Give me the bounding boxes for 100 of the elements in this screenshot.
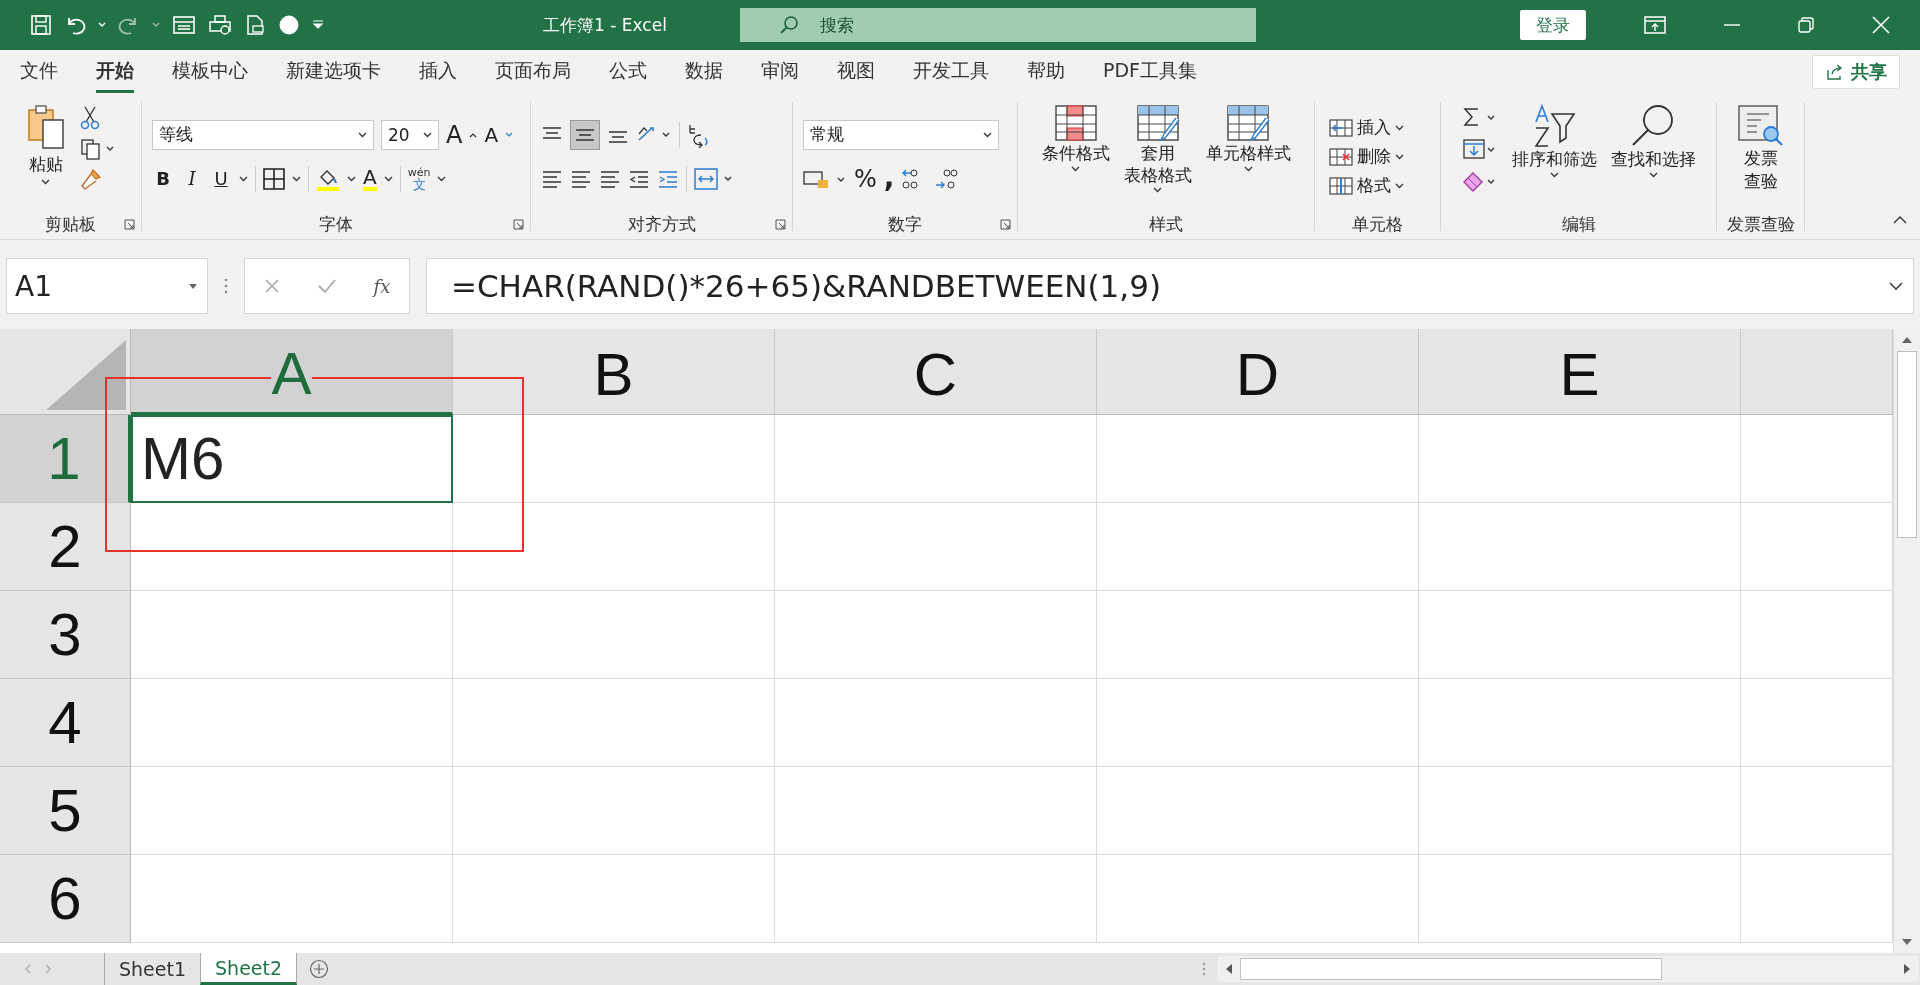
column-header[interactable]: B (453, 329, 775, 415)
menu-tab[interactable]: 开发工具 (894, 51, 1008, 93)
row-header[interactable]: 3 (0, 591, 131, 679)
borders-icon[interactable] (263, 167, 285, 190)
column-header[interactable]: D (1097, 329, 1419, 415)
shrink-font-button[interactable]: A (484, 122, 499, 147)
horizontal-scrollbar[interactable] (1218, 956, 1918, 982)
scroll-down-icon[interactable] (1902, 939, 1912, 945)
dialog-launcher-icon[interactable] (775, 219, 786, 230)
editing-button[interactable]: 排序和筛选 (1511, 104, 1597, 178)
align-icon[interactable] (599, 168, 621, 189)
collapse-ribbon-icon[interactable] (1892, 215, 1908, 225)
format-painter-icon[interactable] (79, 168, 102, 190)
row-header[interactable]: 5 (0, 767, 131, 855)
font-style-button[interactable]: U (210, 168, 232, 189)
menu-tab[interactable]: 插入 (400, 51, 476, 93)
editing-button[interactable]: 查找和选择 (1610, 104, 1696, 178)
grow-font-button[interactable]: A (446, 120, 463, 149)
row-header[interactable]: 6 (0, 855, 131, 943)
group-label: 对齐方式 (627, 212, 696, 236)
cells-button[interactable]: 格式 (1329, 174, 1404, 197)
document-icon[interactable] (244, 14, 266, 36)
name-box[interactable]: A1 (6, 258, 208, 314)
paste-button[interactable]: 粘贴 (25, 104, 66, 185)
align-icon[interactable] (541, 168, 563, 189)
cells-button[interactable]: 删除 (1329, 145, 1404, 168)
caret-icon[interactable] (347, 175, 356, 182)
menu-tab[interactable]: 模板中心 (153, 51, 267, 93)
caret-icon (1395, 182, 1404, 189)
column-header[interactable]: C (775, 329, 1097, 415)
menu-tab[interactable]: 审阅 (742, 51, 818, 93)
menu-tab[interactable]: 页面布局 (476, 51, 590, 93)
restore-icon[interactable] (1798, 17, 1814, 33)
align-icon[interactable] (570, 168, 592, 189)
menu-tab[interactable]: 开始 (96, 51, 134, 93)
share-button[interactable]: 共享 (1812, 55, 1900, 89)
scroll-left-icon[interactable] (1226, 964, 1232, 974)
style-button[interactable]: 条件格式 (1041, 104, 1110, 172)
copy-icon[interactable] (79, 138, 116, 160)
column-header[interactable]: A (131, 329, 453, 415)
dialog-launcher-icon[interactable] (124, 219, 135, 230)
scissors-icon[interactable] (79, 106, 100, 130)
increase-indent-icon[interactable] (657, 168, 679, 189)
check-icon[interactable] (316, 278, 337, 294)
style-button[interactable]: 单元格样式 (1205, 104, 1291, 172)
customize-caret-icon[interactable] (312, 20, 324, 30)
ribbon-display-icon[interactable] (1644, 16, 1666, 34)
menu-tab[interactable]: PDF工具集 (1084, 51, 1217, 93)
insert-function-button[interactable]: fx (373, 275, 391, 297)
printer-icon[interactable] (208, 14, 232, 36)
login-button[interactable]: 登录 (1520, 10, 1586, 40)
phonetic-button[interactable]: wén 文 (407, 166, 431, 191)
invoice-check-button[interactable]: 发票 查验 (1736, 104, 1785, 192)
scroll-thumb[interactable] (1897, 351, 1917, 538)
menu-tab[interactable]: 公式 (590, 51, 666, 93)
column-header[interactable]: E (1419, 329, 1741, 415)
caret-icon[interactable] (437, 175, 447, 182)
row-header[interactable]: 2 (0, 503, 131, 591)
font-style-button[interactable]: I (181, 168, 203, 189)
decrease-decimal-icon[interactable] (934, 166, 961, 191)
form-icon[interactable] (172, 14, 196, 36)
font-name-field[interactable]: 等线 (152, 119, 374, 150)
search-field[interactable]: 搜索 (740, 8, 1256, 42)
menu-tab[interactable]: 数据 (666, 51, 742, 93)
dialog-launcher-icon[interactable] (513, 219, 524, 230)
formula-field[interactable]: =CHAR(RAND()*26+65)&RANDBETWEEN(1,9) (426, 258, 1914, 314)
scroll-thumb[interactable] (1240, 958, 1662, 980)
menu-tab[interactable]: 文件 (20, 51, 77, 93)
dialog-launcher-icon[interactable] (1000, 219, 1011, 230)
menu-tab[interactable]: 帮助 (1008, 51, 1084, 93)
invoice-search-icon (1736, 104, 1785, 146)
caret-icon[interactable] (239, 175, 248, 182)
close-icon[interactable] (1872, 16, 1890, 34)
font-style-button[interactable]: B (152, 168, 174, 189)
caret-icon[interactable] (383, 175, 393, 182)
percent-button[interactable]: % (854, 164, 877, 193)
circle-icon[interactable] (278, 14, 300, 36)
menu-tab[interactable]: 视图 (818, 51, 894, 93)
cells-button[interactable]: 插入 (1329, 116, 1404, 139)
add-sheet-icon[interactable] (309, 959, 330, 979)
decrease-indent-icon[interactable] (628, 168, 650, 189)
number-format-field[interactable]: 常规 (803, 119, 999, 150)
style-button[interactable]: 套用 表格格式 (1123, 104, 1192, 194)
save-icon[interactable] (30, 14, 52, 36)
align-middle-icon[interactable] (570, 119, 600, 150)
expand-caret-icon[interactable] (1889, 281, 1903, 291)
scroll-right-icon[interactable] (1904, 964, 1910, 974)
font-color-button[interactable]: A (363, 166, 377, 191)
vertical-scrollbar[interactable] (1893, 329, 1920, 953)
row-header[interactable]: 1 (0, 415, 131, 503)
more-icon (1202, 962, 1206, 976)
merge-center-icon[interactable] (694, 166, 734, 191)
scroll-up-icon[interactable] (1902, 337, 1912, 343)
sheet-tab[interactable]: Sheet2 (200, 953, 298, 985)
font-size-field[interactable]: 20 (381, 119, 439, 150)
search-icon (1630, 104, 1676, 148)
row-header[interactable]: 4 (0, 679, 131, 767)
menu-tab[interactable]: 新建选项卡 (267, 51, 400, 93)
caret-icon[interactable] (292, 175, 301, 182)
caret-icon (1549, 171, 1559, 178)
